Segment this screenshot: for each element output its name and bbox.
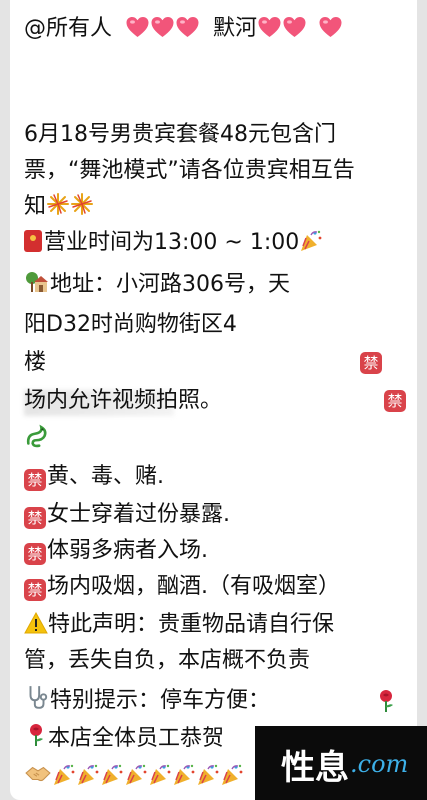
party-popper-icon [124, 763, 148, 787]
message-line-3: 6月18号男贵宾套餐48元包含门 [24, 122, 336, 147]
house-icon [24, 270, 50, 294]
fireworks-icon [70, 192, 94, 216]
ban-line-4: 禁场内吸烟，酗酒.（有吸烟室） [24, 572, 340, 602]
ban-icon: 禁 [24, 469, 46, 491]
ban-icon: 禁 [24, 543, 46, 565]
ban-line-1: 禁黄、毒、赌. [24, 462, 164, 492]
heart-icon [125, 16, 150, 38]
message-line-1: @所有人 默河 [24, 14, 343, 44]
party-popper-icon [52, 763, 76, 787]
ban-icon: 禁 [24, 579, 46, 601]
mention-all[interactable]: @所有人 [24, 16, 112, 41]
watermark-domain: .com [350, 750, 409, 778]
warning-icon [24, 612, 48, 634]
dragon-icon [24, 424, 50, 450]
red-envelope-icon [24, 230, 42, 252]
message-bubble: @所有人 默河 6月18号男贵宾套餐48元包含门 票，“舞池模式”请各位贵宾相互… [10, 0, 417, 800]
message-line-5: 知 [24, 192, 94, 222]
notice-line-3-text: 特别提示：停车方便： [50, 688, 271, 713]
notice-line-3: 特别提示：停车方便： [24, 684, 270, 716]
ban-icon: 禁 [360, 352, 382, 374]
message-line-5-text: 知 [24, 194, 47, 219]
message-line-7: 地址：小河路306号，天 [24, 270, 290, 300]
ban-line-3: 禁体弱多病者入场. [24, 536, 208, 566]
party-popper-icon [148, 763, 172, 787]
emoji-row [24, 760, 244, 792]
message-line-6: 营业时间为13:00 ~ 1:00 [24, 228, 323, 258]
party-popper-icon [196, 763, 220, 787]
site-watermark: 性息 .com [255, 726, 427, 800]
stethoscope-icon [24, 684, 50, 710]
ban-line-4-text: 场内吸烟，酗酒.（有吸烟室） [47, 574, 340, 599]
ban-icon: 禁 [24, 507, 46, 529]
message-line-11 [24, 424, 50, 456]
ban-line-3-text: 体弱多病者入场. [47, 538, 208, 563]
ban-line-1-text: 黄、毒、赌. [47, 464, 164, 489]
rose-icon [374, 688, 398, 714]
party-popper-icon [299, 229, 323, 253]
fireworks-icon [46, 192, 70, 216]
message-line-8: 阳D32时尚购物街区4 [24, 312, 237, 337]
notice-line-2: 管，丢失自负，本店概不负责 [24, 648, 311, 673]
notice-line-1: 特此声明：贵重物品请自行保 [24, 610, 334, 640]
sender-name: 默河 [213, 16, 258, 41]
ban-line-2: 禁女士穿着过份暴露. [24, 500, 230, 530]
message-line-7-text: 地址：小河路306号，天 [50, 272, 290, 297]
heart-icon [318, 16, 343, 38]
rose-icon [24, 722, 48, 748]
party-popper-icon [100, 763, 124, 787]
heart-icon [175, 16, 200, 38]
message-line-9: 楼 [24, 350, 47, 375]
message-line-10: 场内允许视频拍照。 [24, 388, 223, 413]
notice-line-4: 本店全体员工恭贺 [24, 722, 224, 754]
notice-line-4-text: 本店全体员工恭贺 [48, 726, 225, 751]
handshake-icon [24, 760, 52, 786]
message-line-6-text: 营业时间为13:00 ~ 1:00 [44, 230, 300, 255]
ban-line-2-text: 女士穿着过份暴露. [47, 502, 230, 527]
message-line-4: 票，“舞池模式”请各位贵宾相互告 [24, 158, 355, 183]
party-popper-icon [172, 763, 196, 787]
heart-icon [257, 16, 282, 38]
notice-line-1-text: 特此声明：贵重物品请自行保 [48, 612, 335, 637]
party-popper-icon [76, 763, 100, 787]
heart-icon [282, 16, 307, 38]
heart-icon [150, 16, 175, 38]
party-popper-icon [220, 763, 244, 787]
watermark-chinese: 性息 [281, 748, 349, 788]
ban-icon: 禁 [384, 390, 406, 412]
